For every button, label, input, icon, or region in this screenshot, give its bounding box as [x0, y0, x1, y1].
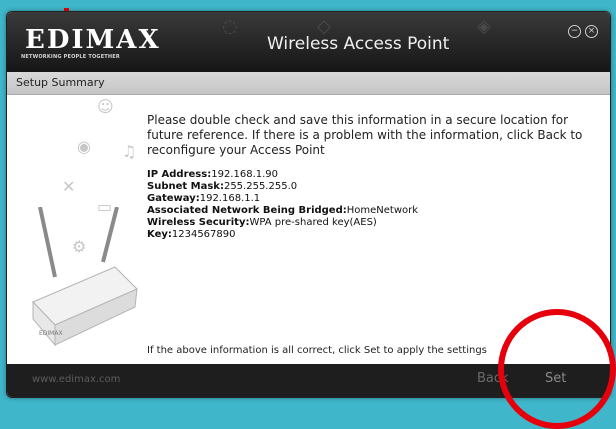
footer-instruction: If the above information is all correct,…	[147, 345, 487, 356]
logo-tagline: NETWORKING PEOPLE TOGETHER	[21, 54, 120, 60]
website-link[interactable]: www.edimax.com	[32, 374, 120, 385]
minimize-icon[interactable]: −	[568, 25, 581, 38]
subnet-mask-row: Subnet Mask:255.255.255.0	[147, 181, 298, 192]
smiley-icon: ☺	[97, 97, 114, 116]
close-icon[interactable]: ×	[585, 25, 598, 38]
eye-icon: ◉	[77, 137, 91, 156]
window-title: Wireless Access Point	[267, 34, 450, 54]
router-image: EDIMAX	[32, 207, 138, 347]
section-bar: Setup Summary	[7, 72, 610, 95]
settings-summary: IP Address:192.168.1.90 Subnet Mask:255.…	[147, 169, 418, 241]
wireless-security-row: Wireless Security:WPA pre-shared key(AES…	[147, 217, 377, 228]
decorative-icon: ◌	[222, 16, 238, 37]
highlight-circle	[498, 309, 616, 429]
intro-text: Please double check and save this inform…	[147, 113, 583, 157]
gateway-row: Gateway:192.168.1.1	[147, 193, 261, 204]
svg-text:EDIMAX: EDIMAX	[39, 330, 63, 337]
section-title: Setup Summary	[16, 76, 105, 89]
music-icon: ♫	[122, 142, 137, 161]
edimax-logo: EDIMAX	[25, 25, 161, 55]
bridged-network-row: Associated Network Being Bridged:HomeNet…	[147, 205, 419, 216]
header-bar: EDIMAX NETWORKING PEOPLE TOGETHER ◌ ◇ ◈ …	[7, 12, 610, 72]
decorative-icon: ◈	[477, 16, 491, 37]
key-row: Key:1234567890	[147, 229, 236, 240]
ip-address-row: IP Address:192.168.1.90	[147, 169, 279, 180]
close-decor-icon: ✕	[62, 177, 76, 196]
